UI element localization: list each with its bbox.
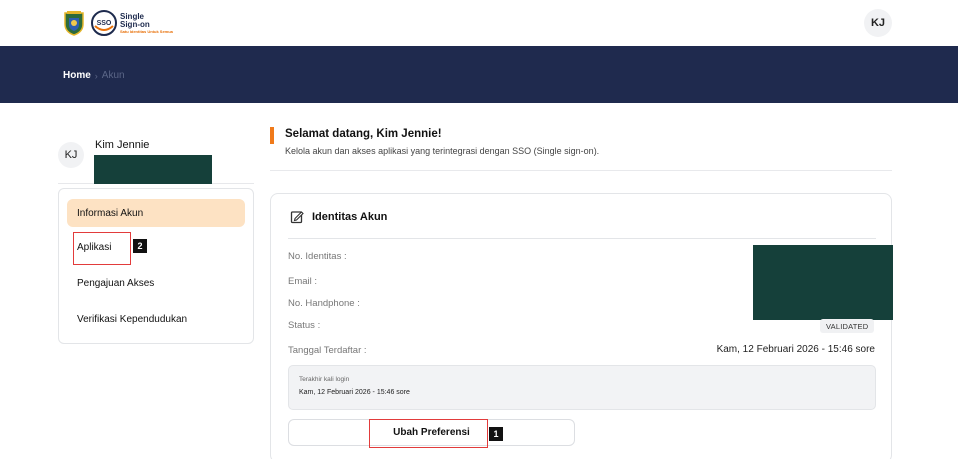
nav-band: Home › Akun bbox=[0, 46, 958, 103]
logo-line-2: Sign-on bbox=[120, 19, 150, 29]
divider bbox=[288, 238, 876, 239]
sidebar-item-label: Pengajuan Akses bbox=[77, 277, 155, 289]
last-login-value: Kam, 12 Februari 2026 - 15:46 sore bbox=[299, 389, 410, 396]
last-login-label: Terakhir kali login bbox=[299, 376, 350, 383]
field-label-email: Email : bbox=[288, 276, 318, 287]
annotation-box-2 bbox=[73, 232, 131, 265]
edit-document-icon bbox=[290, 211, 304, 224]
redacted-identity-values bbox=[753, 245, 893, 320]
sso-badge-text: SSO bbox=[97, 20, 112, 27]
avatar: KJ bbox=[58, 142, 84, 168]
field-label-id-number: No. Identitas : bbox=[288, 251, 347, 262]
logo-wordmark: Single Sign-on Satu Identitas Untuk Semu… bbox=[120, 12, 173, 34]
registered-date-value: Kam, 12 Februari 2026 - 15:46 sore bbox=[716, 344, 875, 355]
field-label-registered: Tanggal Terdaftar : bbox=[288, 345, 367, 356]
annotation-number-2: 2 bbox=[133, 239, 147, 253]
sso-logo[interactable]: SSO Single Sign-on Satu Identitas Untuk … bbox=[63, 9, 173, 37]
sidebar-item-pengajuan-akses[interactable]: Pengajuan Akses bbox=[67, 269, 245, 297]
annotation-number-1: 1 bbox=[489, 427, 503, 441]
user-name: Kim Jennie bbox=[95, 139, 150, 151]
welcome-accent-bar bbox=[270, 127, 274, 144]
page-subtitle: Kelola akun dan akses aplikasi yang teri… bbox=[285, 146, 600, 156]
field-label-status: Status : bbox=[288, 320, 321, 331]
identity-card-title: Identitas Akun bbox=[312, 211, 388, 223]
sidebar-item-label: Verifikasi Kependudukan bbox=[77, 313, 188, 325]
page-title: Selamat datang, Kim Jennie! bbox=[285, 128, 442, 140]
divider bbox=[270, 170, 892, 171]
annotation-box-1 bbox=[369, 419, 488, 448]
top-bar: SSO Single Sign-on Satu Identitas Untuk … bbox=[0, 0, 958, 45]
sidebar-menu: Informasi Akun Aplikasi Pengajuan Akses … bbox=[58, 188, 254, 344]
breadcrumb-current: Akun bbox=[101, 70, 125, 81]
breadcrumb: Home › Akun bbox=[63, 70, 125, 81]
logo-tagline: Satu Identitas Untuk Semua bbox=[120, 28, 173, 34]
identity-card-header: Identitas Akun bbox=[290, 210, 387, 224]
last-login-box: Terakhir kali login Kam, 12 Februari 202… bbox=[288, 365, 876, 410]
sidebar-item-informasi-akun[interactable]: Informasi Akun bbox=[67, 199, 245, 227]
breadcrumb-home-link[interactable]: Home bbox=[63, 70, 91, 81]
identity-card: Identitas Akun No. Identitas : Email : N… bbox=[270, 193, 893, 459]
sidebar-item-label: Informasi Akun bbox=[77, 207, 144, 219]
sso-badge-icon: SSO bbox=[91, 10, 117, 36]
breadcrumb-separator-icon: › bbox=[94, 70, 98, 81]
user-profile-header: KJ Kim Jennie bbox=[58, 128, 254, 184]
regional-crest-icon bbox=[64, 11, 84, 36]
user-avatar-button[interactable]: KJ bbox=[864, 9, 892, 37]
redacted-user-info bbox=[94, 155, 212, 184]
field-label-phone: No. Handphone : bbox=[288, 298, 360, 309]
sidebar-item-verifikasi-kependudukan[interactable]: Verifikasi Kependudukan bbox=[67, 305, 245, 333]
status-badge: VALIDATED bbox=[820, 319, 875, 333]
